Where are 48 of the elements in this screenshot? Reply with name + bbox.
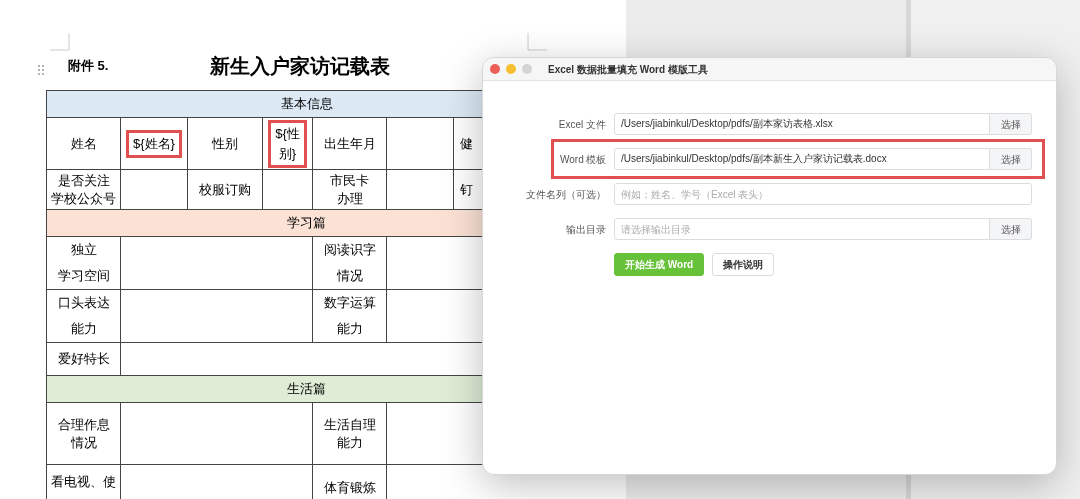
- table-cell-text: 合理作息: [56, 415, 111, 434]
- help-button[interactable]: 操作说明: [712, 253, 775, 276]
- table-cell-text: 口头表达: [56, 294, 111, 312]
- choose-button[interactable]: 选择: [990, 218, 1032, 240]
- table-cell-text: 体育锻炼: [322, 479, 377, 497]
- table-cell-text: 健: [460, 134, 473, 153]
- table-cell-text: 性别: [211, 134, 239, 153]
- table-cell-text: 情况: [69, 433, 98, 452]
- minimize-button[interactable]: [506, 64, 516, 74]
- table-cell-text: 学习空间: [56, 267, 111, 285]
- table-cell-text: 能力: [69, 320, 98, 338]
- field-label: 输出目录: [565, 222, 606, 237]
- crop-mark-icon: [50, 33, 70, 51]
- input-field[interactable]: /Users/jiabinkul/Desktop/pdfs/副本家访表格.xlsx: [614, 113, 990, 135]
- table-cell-text: 生活自理: [322, 415, 377, 434]
- choose-button[interactable]: 选择: [990, 148, 1032, 170]
- input-field[interactable]: 例如：姓名、学号（Excel 表头）: [614, 183, 1032, 205]
- table-cell-text: 校服订购: [198, 180, 252, 199]
- placeholder-tag: ${性 别}: [268, 119, 307, 168]
- input-field[interactable]: /Users/jiabinkul/Desktop/pdfs/副本新生入户家访记载表.docx: [614, 148, 990, 170]
- window-title: Excel 数据批量填充 Word 模版工具: [548, 62, 708, 77]
- field-label: Excel 文件: [557, 117, 606, 132]
- table-cell-text: 情况: [335, 267, 364, 285]
- field-label: Word 模板: [560, 152, 606, 167]
- close-button[interactable]: [490, 64, 500, 74]
- table-cell-text: 钉: [460, 180, 473, 199]
- table-cell-text: 能力: [335, 320, 364, 338]
- table-cell-text: 是否关注: [56, 171, 111, 190]
- input-field[interactable]: 请选择输出目录: [614, 218, 990, 240]
- field-label: 文件名列（可选）: [525, 187, 606, 202]
- crop-mark-icon: [527, 33, 547, 51]
- table-cell-text: 出生年月: [322, 134, 377, 153]
- table-cell-text: 市民卡: [329, 171, 370, 190]
- placeholder-tag: ${姓名}: [126, 129, 182, 158]
- choose-button[interactable]: 选择: [990, 113, 1032, 135]
- document-title: 新生入户家访记载表: [210, 54, 390, 79]
- drag-handle-icon[interactable]: [37, 64, 45, 76]
- table-cell-text: 数字运算: [322, 294, 377, 312]
- table-cell-text: 看电视、使: [50, 473, 117, 491]
- table-cell-text: 学校公众号: [50, 189, 117, 208]
- table-cell-text: 姓名: [69, 134, 98, 153]
- table-cell-text: 独立: [69, 241, 98, 259]
- table-cell-text: 阅读识字: [322, 241, 377, 259]
- attachment-label: 附件 5.: [68, 57, 110, 76]
- table-cell-text: 能力: [335, 433, 364, 452]
- zoom-button[interactable]: [522, 64, 532, 74]
- table-cell-text: 爱好特长: [56, 350, 111, 368]
- table-cell-text: 办理: [335, 189, 364, 208]
